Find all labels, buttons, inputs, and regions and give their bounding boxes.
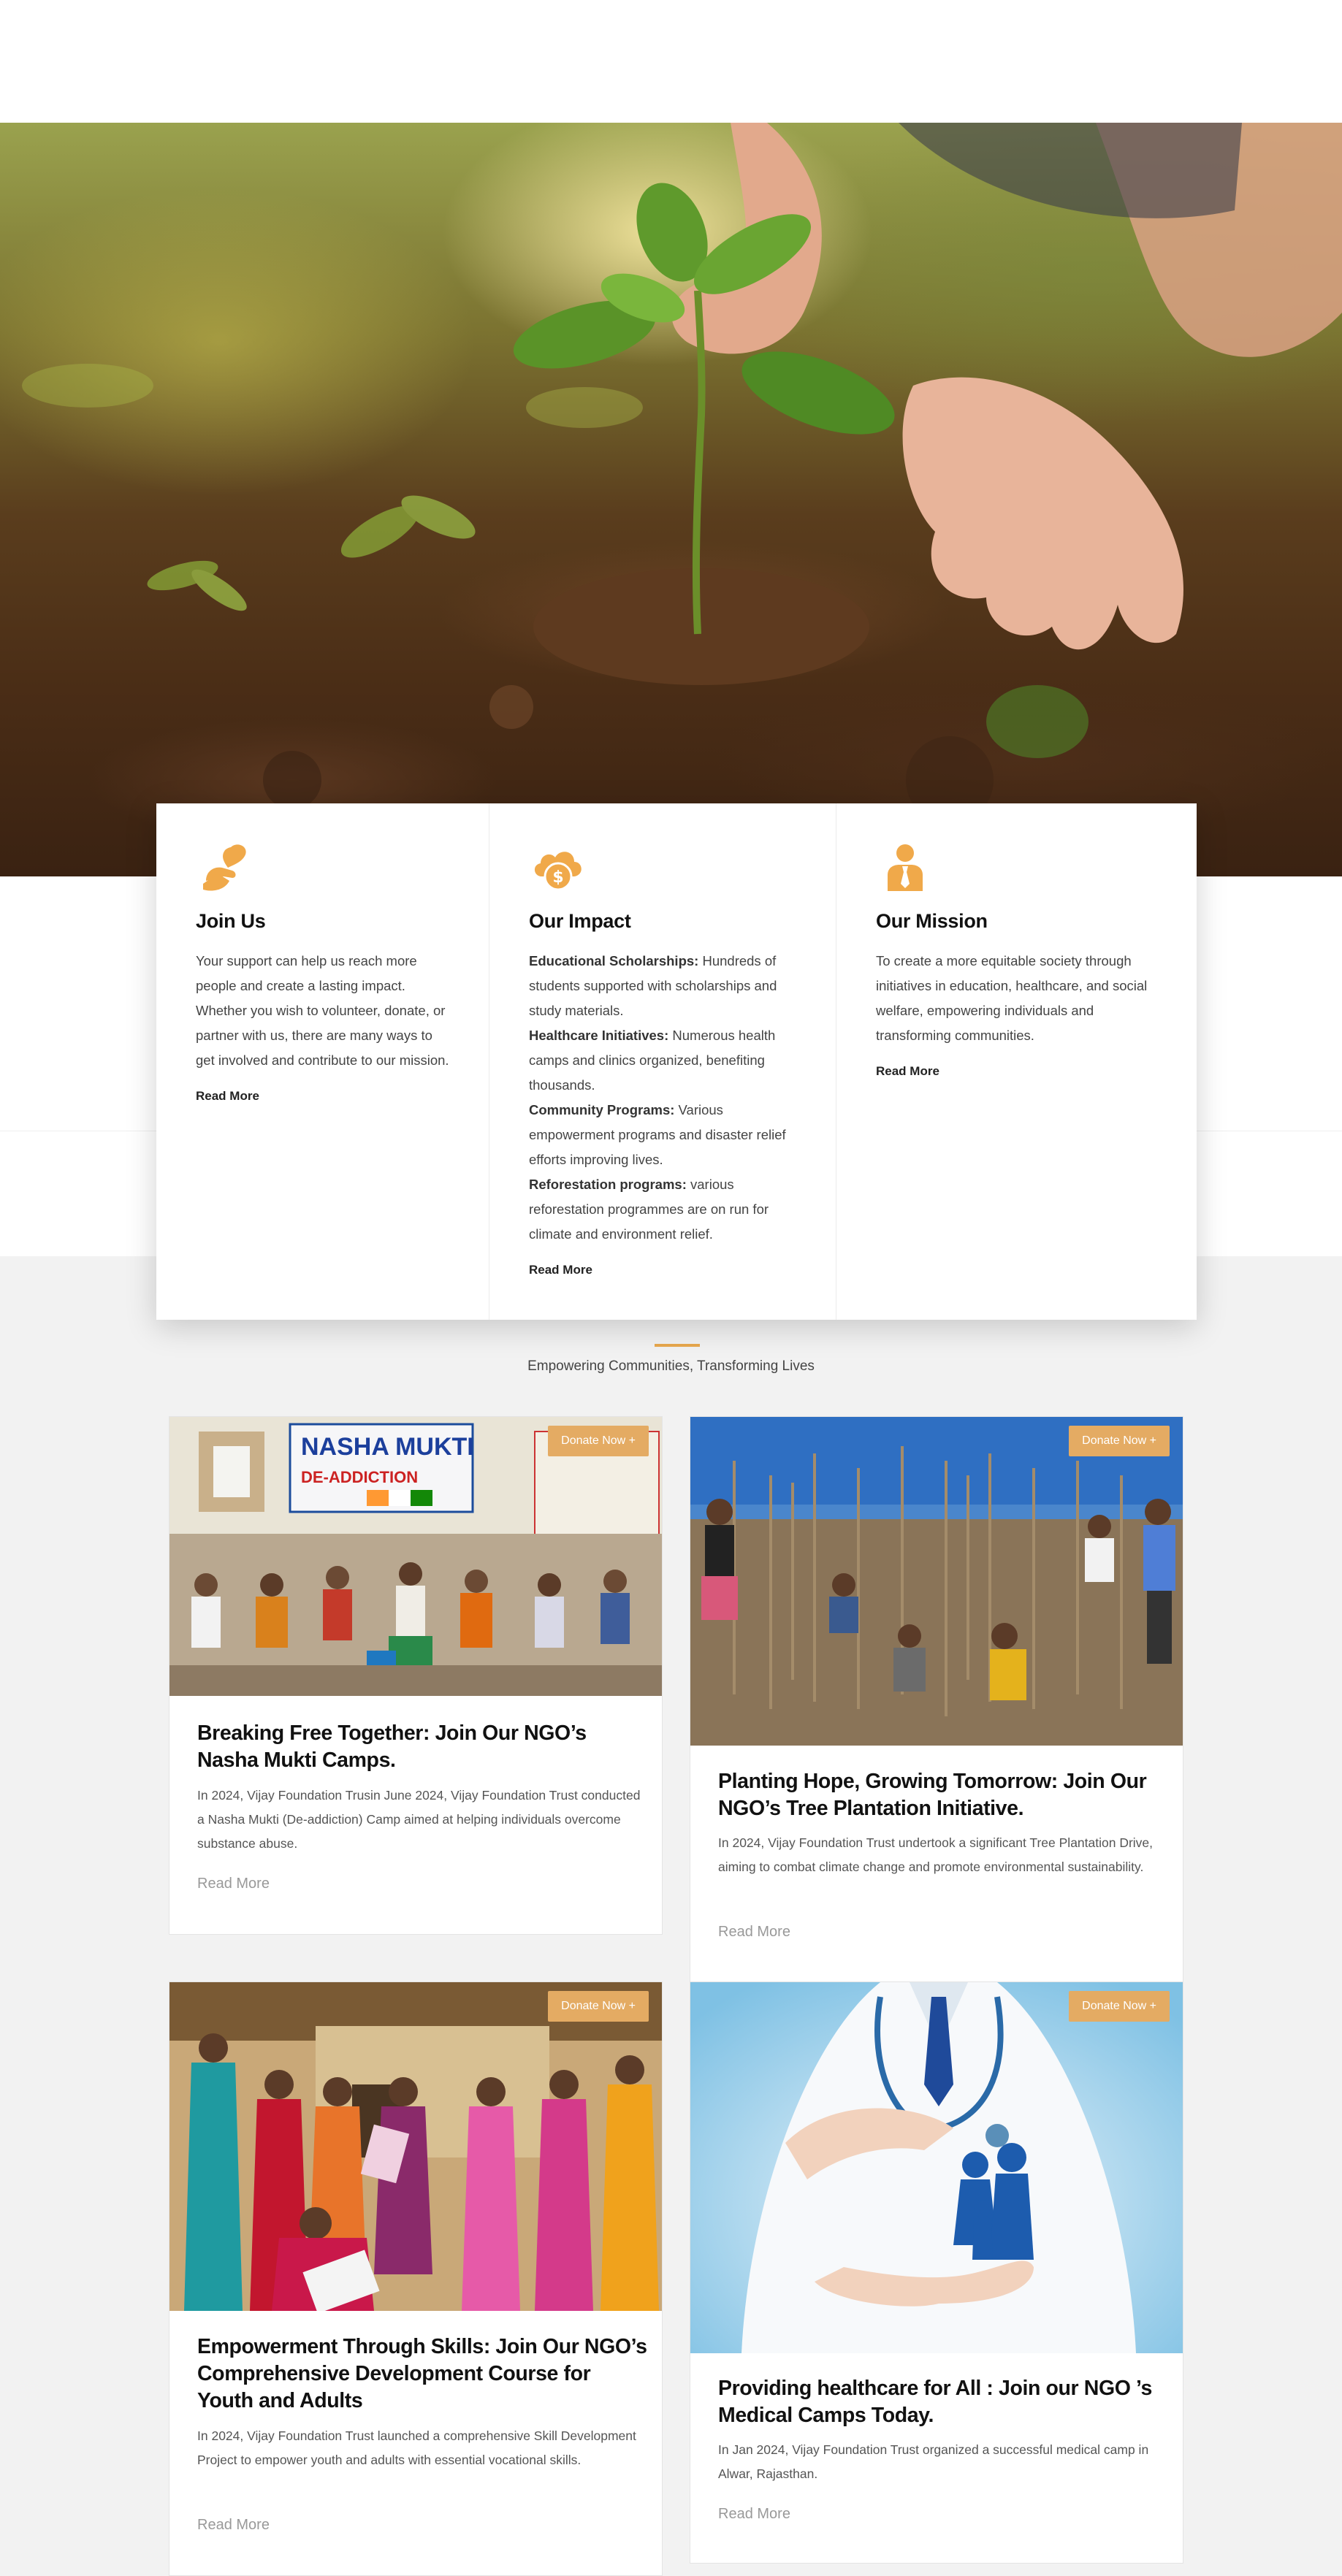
cause-text: In 2024, Vijay Foundation Trust undertoo… [718, 1835, 1154, 1874]
cause-text: In 2024, Vijay Foundation Trusin June 20… [197, 1788, 641, 1851]
feature-join-us: Join Us Your support can help us reach m… [156, 803, 489, 1320]
cause-title[interactable]: Breaking Free Together: Join Our NGO’s N… [197, 1720, 643, 1774]
cause-card: Donate Now + Empowerment Through Skills:… [169, 1981, 663, 2576]
cause-image-tree-plantation: Donate Now + [690, 1417, 1183, 1746]
cause-title[interactable]: Providing healthcare for All : Join our … [718, 2375, 1171, 2429]
our-impact-read-more-link[interactable]: Read More [529, 1263, 592, 1277]
cause-card: NASHA MUKTI DE-ADDICTION Donate Now + Br… [169, 1416, 663, 1935]
our-mission-read-more-link[interactable]: Read More [876, 1064, 939, 1079]
banner-title: NASHA MUKTI [301, 1433, 474, 1461]
donate-now-button[interactable]: Donate Now + [1069, 1991, 1170, 2022]
title-underline [655, 1344, 700, 1347]
hand-heart-icon [203, 844, 246, 891]
feature-title: Join Us [196, 910, 266, 932]
feature-our-mission: Our Mission To create a more equitable s… [836, 803, 1197, 1320]
header-bar [0, 0, 1342, 123]
cause-card: Donate Now + Planting Hope, Growing Tomo… [690, 1416, 1183, 1983]
read-more-link[interactable]: Read More [197, 1876, 270, 1892]
cause-title[interactable]: Planting Hope, Growing Tomorrow: Join Ou… [718, 1768, 1171, 1822]
read-more-link[interactable]: Read More [718, 2506, 790, 2523]
donate-now-button[interactable]: Donate Now + [1069, 1426, 1170, 1456]
cause-title[interactable]: Empowerment Through Skills: Join Our NGO… [197, 2334, 650, 2415]
banner-subtitle: DE-ADDICTION [301, 1468, 418, 1486]
cause-image-medical-camp: Donate Now + [690, 1982, 1183, 2353]
section-subtitle: Empowering Communities, Transforming Liv… [527, 1358, 815, 1374]
person-tie-icon [888, 844, 923, 891]
hero-image [0, 123, 1342, 876]
read-more-link[interactable]: Read More [718, 1924, 790, 1941]
feature-title: Our Mission [876, 910, 988, 932]
donate-now-button[interactable]: Donate Now + [548, 1426, 649, 1456]
svg-text:$: $ [552, 868, 563, 887]
cause-image-skill-development: Donate Now + [169, 1982, 662, 2311]
impact-list: Educational Scholarships: Hundreds of st… [529, 953, 786, 1242]
cause-card: Donate Now + Providing healthcare for Al… [690, 1981, 1183, 2564]
read-more-link[interactable]: Read More [197, 2517, 270, 2534]
join-us-read-more-link[interactable]: Read More [196, 1089, 259, 1104]
feature-text: To create a more equitable society throu… [876, 953, 1148, 1043]
features-panel: Join Us Your support can help us reach m… [156, 803, 1197, 1320]
cause-text: In Jan 2024, Vijay Foundation Trust orga… [718, 2442, 1149, 2481]
donate-now-button[interactable]: Donate Now + [548, 1991, 649, 2022]
money-cloud-icon: $ [534, 852, 582, 891]
feature-text: Your support can help us reach more peop… [196, 953, 449, 1068]
feature-title: Our Impact [529, 910, 631, 932]
feature-our-impact: $ Our Impact Educational Scholarships: H… [489, 803, 836, 1320]
cause-image-nasha-mukti: NASHA MUKTI DE-ADDICTION Donate Now + [169, 1417, 662, 1696]
cause-text: In 2024, Vijay Foundation Trust launched… [197, 2428, 636, 2467]
